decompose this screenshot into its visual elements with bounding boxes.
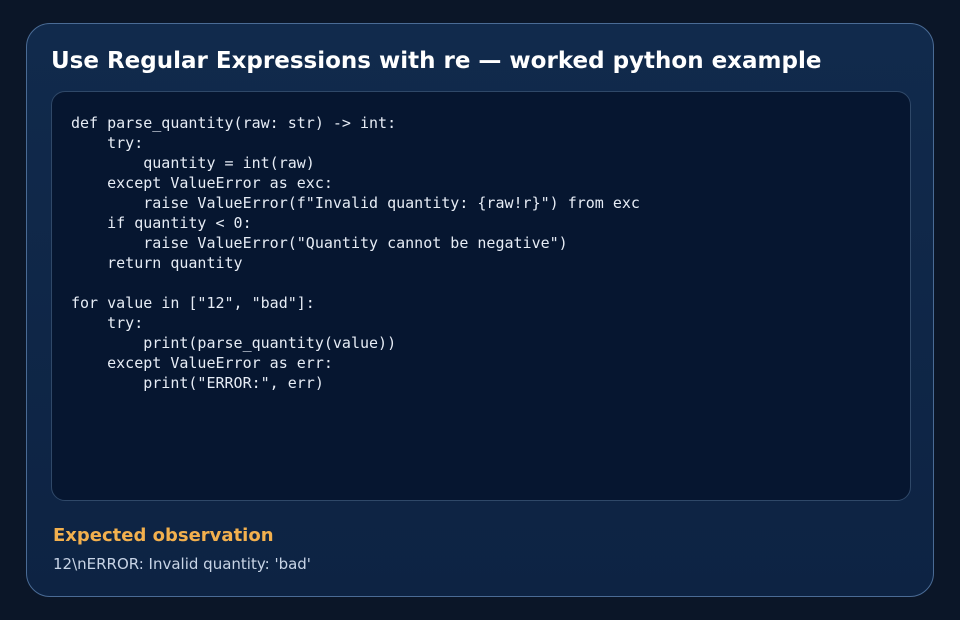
- code-panel: def parse_quantity(raw: str) -> int: try…: [51, 91, 911, 501]
- example-card: Use Regular Expressions with re — worked…: [26, 23, 934, 597]
- observation-label: Expected observation: [53, 525, 274, 546]
- observation-text: 12\nERROR: Invalid quantity: 'bad': [53, 555, 311, 573]
- page-title: Use Regular Expressions with re — worked…: [51, 48, 822, 74]
- code-block[interactable]: def parse_quantity(raw: str) -> int: try…: [71, 113, 640, 393]
